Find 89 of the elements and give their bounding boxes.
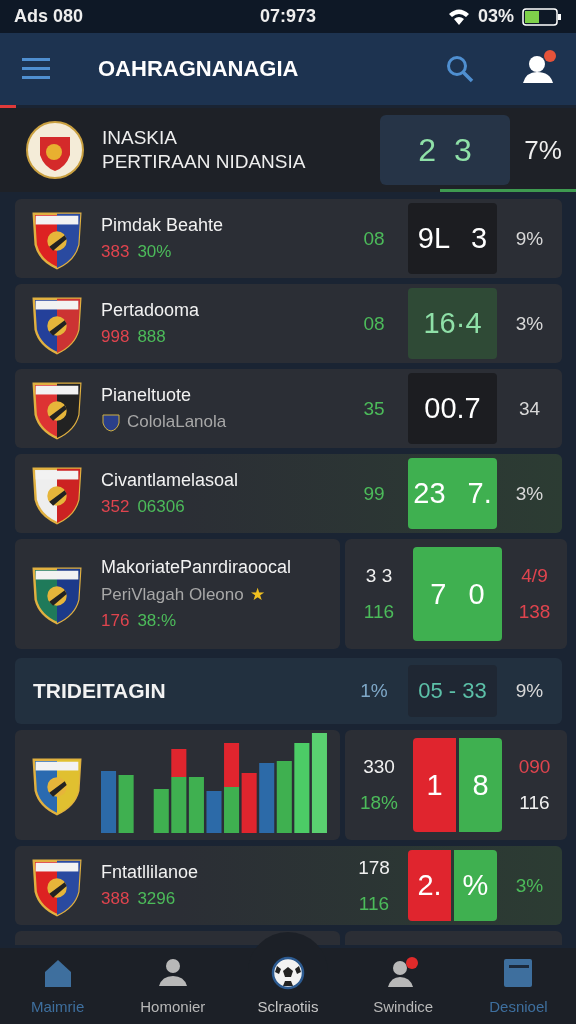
battery-icon <box>522 7 562 26</box>
team-card[interactable] <box>15 730 340 840</box>
match-card[interactable]: Pianeltuote CololaLanola 35 00.7 34 <box>15 369 562 448</box>
team-name: Pianeltuote <box>101 385 193 406</box>
chart-bar <box>276 761 292 833</box>
stat-value: 176 <box>101 611 130 631</box>
score-card[interactable]: 330 18% 1 8 090 116 <box>345 730 567 840</box>
stat-value: 3% <box>515 482 544 505</box>
stat-value: 38:% <box>137 611 177 631</box>
stat-value: 352 <box>101 497 130 517</box>
stat-value: 06306 <box>137 497 185 517</box>
stat-value: 388 <box>101 889 130 909</box>
team-name: Civantlamelasoal <box>101 470 240 491</box>
clock: 07:973 <box>258 6 318 27</box>
score-card[interactable]: 3 3 116 7 0 4/9 138 <box>345 539 567 649</box>
team-card[interactable]: MakoriatePanrdiraoocal PeriVlagah Oleono ★ 176 38:% <box>15 539 340 649</box>
search-icon[interactable] <box>446 55 474 83</box>
stat-value: 138 <box>518 601 551 623</box>
stat-value: 34 <box>518 397 541 420</box>
team-name: Fntatllilanoe <box>101 862 200 883</box>
chart-bar <box>153 789 169 833</box>
chart-bar <box>224 743 240 787</box>
nav-tab[interactable]: Homonier <box>115 948 231 1024</box>
nav-tab[interactable]: Sclraotiis <box>230 948 346 1024</box>
chart-bar <box>101 771 117 833</box>
match-card[interactable]: Civantlamelasoal 352 06306 99 23 7. 3% <box>15 454 562 533</box>
stat-value: 08 <box>363 227 385 250</box>
stat-value: 4/9 <box>521 565 548 587</box>
featured-match[interactable]: INASKIA PERTIRAAN NIDANSIA 2 3 7% <box>0 108 576 192</box>
menu-icon[interactable] <box>22 58 50 80</box>
stat-value: 08 <box>363 312 385 335</box>
shield-icon <box>101 412 121 432</box>
stat-value: 116 <box>358 892 390 915</box>
stat-value: 35 <box>363 397 385 420</box>
team-name: Pertadooma <box>101 300 201 321</box>
soccer-ball-icon[interactable] <box>271 956 305 990</box>
chart-bar <box>259 763 275 833</box>
chart-bar <box>118 775 134 833</box>
score-box: 1 <box>413 738 456 832</box>
stat-value: 99 <box>363 482 385 505</box>
stat-value: 116 <box>363 601 395 623</box>
stat-value: 3% <box>515 312 544 335</box>
chart-bar <box>206 791 222 833</box>
score-box: 05 - 33 <box>408 665 497 717</box>
team-name: MakoriatePanrdiraoocal <box>101 557 293 578</box>
emblem-icon <box>26 119 84 181</box>
subtitle: PeriVlagah Oleono <box>101 584 244 605</box>
section-title: TRIDEITAGIN <box>32 679 167 703</box>
stat-value: 3% <box>515 874 544 897</box>
battery-percent: 03% <box>478 6 514 27</box>
subtitle: CololaLanola <box>127 412 227 432</box>
stat-value: 3296 <box>137 889 176 909</box>
score-box: 2 3 <box>380 115 510 185</box>
wifi-icon <box>448 7 470 26</box>
stat-value: 090 <box>518 756 551 778</box>
chart-bar <box>224 787 240 833</box>
match-card[interactable]: Pertadooma 998 888 08 16·4 3% <box>15 284 562 363</box>
score-box: 00.7 <box>408 373 497 444</box>
stat-value: 383 <box>101 242 130 262</box>
score-box: 23 7. <box>408 458 497 529</box>
stat-value: 9% <box>515 227 544 250</box>
stat-value: 178 <box>358 856 390 879</box>
score-box: 16·4 <box>408 288 497 359</box>
stat-value: 9% <box>515 680 544 702</box>
stat-value: 1% <box>360 680 388 702</box>
stat-value: 30% <box>137 242 172 262</box>
team-name: PERTIRAAN NIDANSIA <box>102 150 307 174</box>
score-box: 2. <box>408 850 451 921</box>
stat-value: 3 3 <box>365 565 393 587</box>
stat-value: 998 <box>101 327 130 347</box>
star-icon: ★ <box>249 584 265 605</box>
team-name: INASKIA <box>102 126 178 150</box>
score-box: 8 <box>459 738 502 832</box>
percentage: 7% <box>523 134 563 166</box>
person-icon <box>386 956 421 990</box>
status-text: Ads 080 <box>14 6 85 27</box>
score-box: % <box>454 850 497 921</box>
stat-value: 18% <box>360 792 398 814</box>
score-box: 7 0 <box>413 547 502 641</box>
score-box: 9L 3 <box>408 203 497 274</box>
app-title: OAHRAGNANAGIA <box>98 56 300 82</box>
match-card[interactable]: Fntatllilanoe 388 3296 178 116 2. % 3% <box>15 846 562 925</box>
team-name: Pimdak Beahte <box>101 215 225 236</box>
nav-tab[interactable]: Swindice <box>345 948 461 1024</box>
chart-bar <box>241 773 257 833</box>
stat-value: 330 <box>363 756 395 778</box>
match-card[interactable]: Pimdak Beahte 383 30% 08 9L 3 9% <box>15 199 562 278</box>
stat-value: 116 <box>519 792 550 814</box>
stat-value: 888 <box>137 327 166 347</box>
